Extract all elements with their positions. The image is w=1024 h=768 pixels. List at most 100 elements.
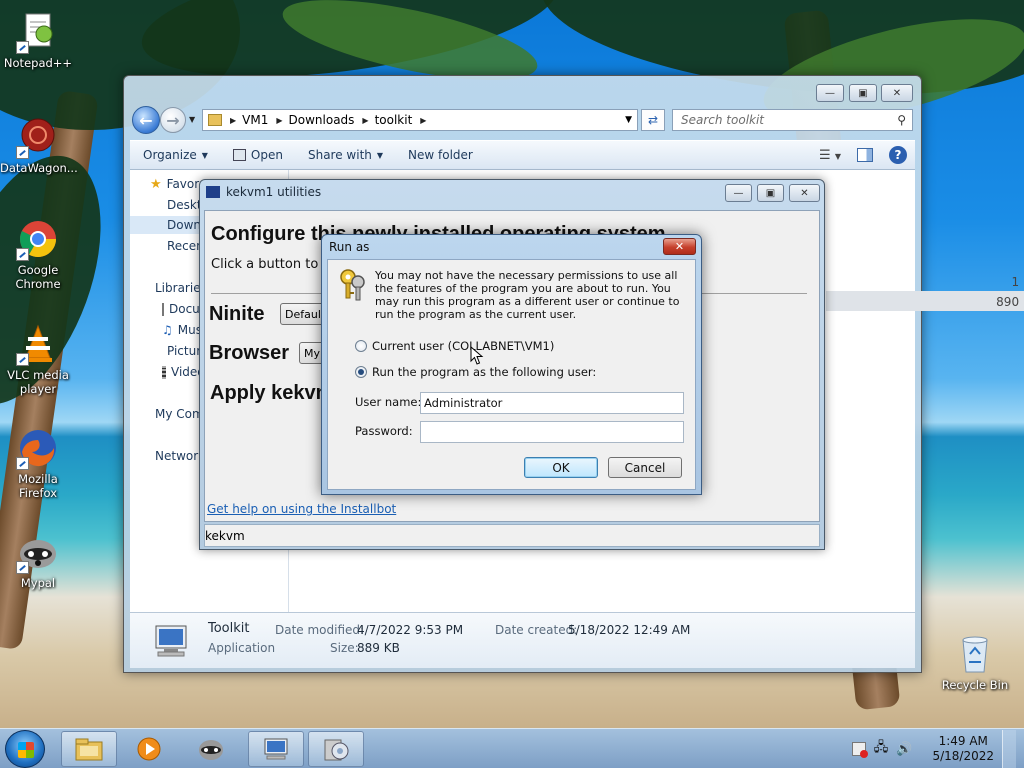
maximize-button[interactable]: ▣ xyxy=(849,84,877,102)
windows-logo-icon xyxy=(18,742,34,758)
password-field[interactable] xyxy=(420,421,684,443)
search-input[interactable]: Search toolkit ⚲ xyxy=(672,109,913,131)
taskbar-media-player[interactable] xyxy=(121,731,177,767)
desktop-icon-chrome[interactable]: Google Chrome xyxy=(0,217,76,291)
username-field[interactable]: Administrator xyxy=(420,392,684,414)
close-button[interactable]: ✕ xyxy=(789,184,820,202)
firefox-icon xyxy=(16,426,60,470)
ninite-label: Ninite xyxy=(209,303,265,325)
desktop-icon-vlc[interactable]: VLC media player xyxy=(0,322,76,396)
window-title: kekvm1 utilities xyxy=(226,185,322,199)
organize-button[interactable]: Organize ▼ xyxy=(143,148,208,162)
open-button[interactable]: Open xyxy=(232,148,283,162)
desktop-icon-label: Mozilla Firefox xyxy=(18,472,58,500)
back-arrow-icon: ← xyxy=(139,110,153,130)
nav-label: Downloads xyxy=(167,218,200,232)
forward-arrow-icon: → xyxy=(166,110,180,130)
maximize-button[interactable]: ▣ xyxy=(757,184,784,202)
nav-libraries[interactable]: Libraries xyxy=(150,279,202,297)
nav-label: Videos xyxy=(171,365,202,379)
search-placeholder: Search toolkit xyxy=(681,113,765,127)
apply-kekvm-label[interactable]: Apply kekvm xyxy=(210,382,333,405)
breadcrumb-separator-icon: ▶ xyxy=(276,115,283,125)
network-icon[interactable]: 🖧 xyxy=(874,738,889,760)
nav-desktop[interactable]: Desktop xyxy=(162,196,202,214)
address-row: ← → ▼ ▶ VM1 ▶ Downloads ▶ toolkit ▶ ▼ ⇄ … xyxy=(132,106,913,136)
breadcrumb-downloads[interactable]: Downloads xyxy=(289,113,355,127)
dialog-body: You may not have the necessary permissio… xyxy=(327,259,696,490)
nav-pictures[interactable]: Pictures xyxy=(162,342,202,360)
explorer-icon xyxy=(75,738,103,761)
nav-videos[interactable]: Videos xyxy=(162,363,202,381)
clock[interactable]: 1:49 AM 5/18/2022 xyxy=(932,734,994,764)
nav-label: My Computer xyxy=(155,407,200,421)
details-pane: Toolkit Application Date modified: 4/7/2… xyxy=(130,612,915,668)
preview-pane-button[interactable] xyxy=(857,148,873,162)
desktop-icon-label: DataWagon... xyxy=(0,161,78,175)
help-link[interactable]: Get help on using the Installbot xyxy=(207,502,396,516)
details-file-name: Toolkit xyxy=(208,621,250,636)
nav-music[interactable]: ♫Music xyxy=(162,321,202,339)
view-options-button[interactable]: ☰ ▼ xyxy=(819,148,841,163)
nav-documents[interactable]: Documents xyxy=(162,300,202,318)
nav-label: Documents xyxy=(169,302,202,316)
breadcrumb-vm1[interactable]: VM1 xyxy=(242,113,268,127)
new-folder-label: New folder xyxy=(408,148,473,162)
command-bar: Organize ▼ Open Share with ▼ New folder ☰ … xyxy=(130,140,915,170)
mouse-cursor-icon xyxy=(470,345,484,369)
nav-favorites[interactable]: ★ Favorites xyxy=(150,175,200,193)
help-button[interactable]: ? xyxy=(889,146,907,164)
size-value: 889 KB xyxy=(357,641,400,655)
taskbar-mypal[interactable] xyxy=(183,731,239,767)
view-controls: ☰ ▼ ? xyxy=(819,146,907,164)
open-label: Open xyxy=(250,148,283,162)
nav-label: Desktop xyxy=(167,198,202,212)
close-button[interactable]: ✕ xyxy=(881,84,913,102)
breadcrumb-toolkit[interactable]: toolkit xyxy=(375,113,413,127)
current-user-radio[interactable]: Current user (COLLABNET\VM1) xyxy=(355,339,554,353)
show-desktop-button[interactable] xyxy=(1002,730,1016,768)
minimize-button[interactable]: — xyxy=(816,84,844,102)
start-button[interactable] xyxy=(5,730,45,768)
kekvm-icon xyxy=(264,738,288,760)
minimize-button[interactable]: — xyxy=(725,184,752,202)
forward-button[interactable]: → xyxy=(160,107,186,133)
username-label: User name: xyxy=(355,395,422,409)
address-dropdown-icon[interactable]: ▼ xyxy=(625,115,632,125)
browser-label: Browser xyxy=(209,342,290,364)
desktop-icon-mypal[interactable]: Mypal xyxy=(0,530,76,590)
address-bar[interactable]: ▶ VM1 ▶ Downloads ▶ toolkit ▶ ▼ xyxy=(202,109,638,131)
folder-icon xyxy=(208,114,222,126)
desktop-icon-notepadpp[interactable]: Notepad++ xyxy=(0,10,76,70)
documents-icon xyxy=(162,302,164,316)
desktop-icon-firefox[interactable]: Mozilla Firefox xyxy=(0,426,76,500)
taskbar-setup[interactable] xyxy=(308,731,364,767)
volume-icon[interactable]: 🔊 xyxy=(896,742,912,757)
close-button[interactable]: ✕ xyxy=(663,238,696,255)
nav-computer[interactable]: My Computer xyxy=(150,405,200,423)
back-button[interactable]: ← xyxy=(132,106,160,134)
desktop-icon-recycle-bin[interactable]: Recycle Bin xyxy=(937,632,1013,692)
desktop-icon-datawagon[interactable]: DataWagon... xyxy=(0,115,78,175)
new-folder-button[interactable]: New folder xyxy=(408,148,473,162)
nav-downloads[interactable]: Downloads xyxy=(130,216,200,234)
chevron-down-icon: ▼ xyxy=(201,150,208,160)
recycle-bin-icon xyxy=(953,632,997,676)
taskbar-explorer[interactable] xyxy=(61,731,117,767)
radio-off xyxy=(355,340,367,352)
nav-network[interactable]: Network xyxy=(150,447,202,465)
action-center-icon[interactable] xyxy=(851,742,868,758)
permission-message: You may not have the necessary permissio… xyxy=(375,269,680,321)
taskbar-kekvm[interactable] xyxy=(248,731,304,767)
ok-button[interactable]: OK xyxy=(524,457,598,478)
share-with-button[interactable]: Share with ▼ xyxy=(308,148,383,162)
recent-pages-dropdown[interactable]: ▼ xyxy=(189,115,195,124)
desktop-icon-label: VLC media player xyxy=(7,368,69,396)
refresh-button[interactable]: ⇄ xyxy=(641,109,665,131)
details-file-type: Application xyxy=(208,641,276,655)
cancel-button[interactable]: Cancel xyxy=(608,457,682,478)
nav-recent[interactable]: Recent Places xyxy=(162,237,202,255)
search-icon: ⚲ xyxy=(897,113,906,127)
share-with-label: Share with xyxy=(307,148,372,162)
clock-date: 5/18/2022 xyxy=(932,749,994,763)
